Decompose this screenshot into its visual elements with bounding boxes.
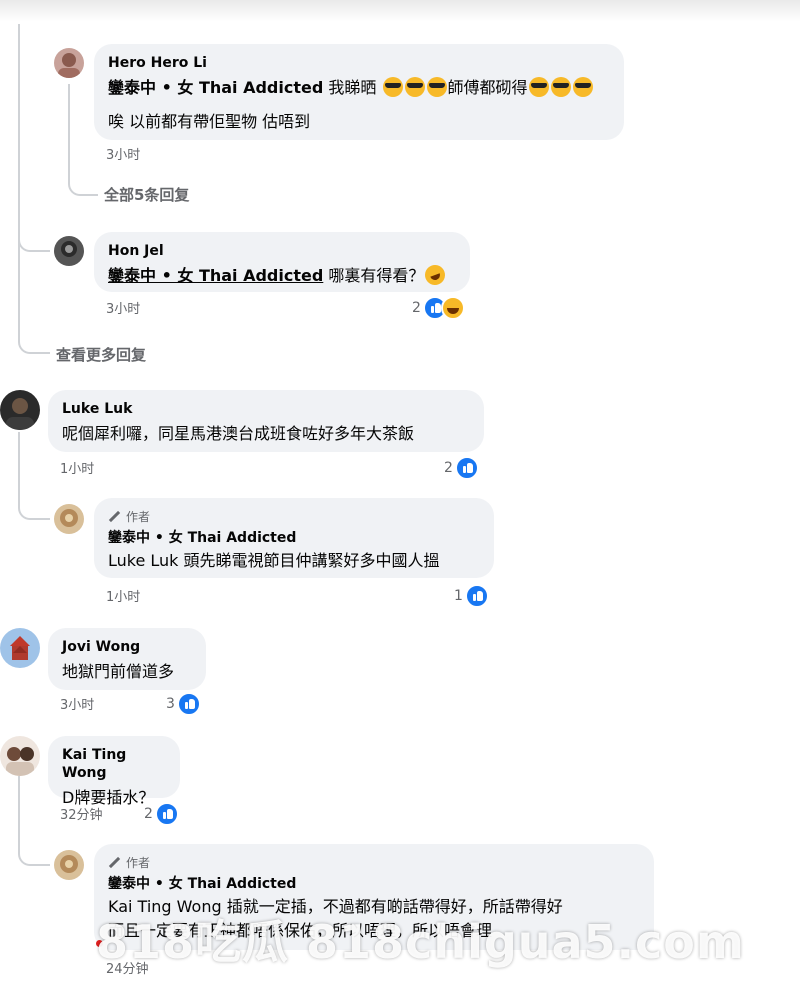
mention-tag[interactable]: 鑾泰中 • 女 Thai Addicted <box>108 78 323 97</box>
reaction-summary[interactable]: 3 <box>166 692 201 716</box>
avatar[interactable] <box>54 236 84 266</box>
reaction-count: 2 <box>144 806 153 822</box>
thread-curve <box>18 432 50 520</box>
comment-author[interactable]: 鑾泰中 • 女 Thai Addicted <box>108 529 480 547</box>
comment-text: Luke Luk 頭先睇電視節目仲講緊好多中國人搵 <box>108 551 440 570</box>
comment-time[interactable]: 1小时 <box>60 458 94 477</box>
comment-text: 鑾泰中 • 女 Thai Addicted 我睇晒 師傅都砌得 <box>108 76 610 100</box>
author-avatar[interactable] <box>54 850 84 880</box>
comment-bubble: Kai Ting Wong D牌要插水？ <box>48 736 180 807</box>
reaction-count: 2 <box>412 300 421 316</box>
sunglasses-emoji-icon <box>426 77 447 97</box>
thread-line <box>68 84 70 184</box>
comment-author[interactable]: Hon Jel <box>108 242 456 260</box>
comment-author[interactable]: Jovi Wong <box>62 638 192 656</box>
comment-text-part: 師傅都砌得 <box>447 78 528 97</box>
comment-author[interactable]: Luke Luk <box>62 400 470 418</box>
like-icon <box>154 802 179 826</box>
sunglasses-emoji-icon <box>572 77 593 97</box>
comment-author[interactable]: Hero Hero Li <box>108 54 610 72</box>
comment-text: 呢個犀利囉，同星馬港澳台成班食咗好多年大茶飯 <box>62 424 415 443</box>
comment-time[interactable]: 1小时 <box>106 586 140 605</box>
comments-panel: Hero Hero Li 鑾泰中 • 女 Thai Addicted 我睇晒 師… <box>0 0 800 1000</box>
watermark: 818吃瓜 818chigua5.com <box>96 915 745 969</box>
comment-time[interactable]: 32分钟 <box>60 804 103 823</box>
comment-author[interactable]: 鑾泰中 • 女 Thai Addicted <box>108 875 640 893</box>
reaction-count: 3 <box>166 696 175 712</box>
like-icon <box>464 584 489 608</box>
top-shadow <box>0 0 800 22</box>
haha-icon <box>440 296 465 320</box>
comment-text: 鑾泰中 • 女 Thai Addicted 哪裏有得看？ <box>108 262 456 288</box>
author-badge: 作者 <box>108 854 640 871</box>
comment-bubble: Luke Luk 呢個犀利囉，同星馬港澳台成班食咗好多年大茶飯 <box>48 390 484 452</box>
author-badge: 作者 <box>108 508 480 525</box>
thread-line <box>18 24 20 214</box>
author-badge-label: 作者 <box>126 510 151 524</box>
comment-bubble: Hero Hero Li 鑾泰中 • 女 Thai Addicted 我睇晒 師… <box>94 44 624 140</box>
comment-time[interactable]: 3小时 <box>106 144 140 163</box>
reaction-count: 2 <box>444 460 453 476</box>
thread-curve <box>18 210 50 354</box>
sunglasses-emoji-icon <box>528 77 549 97</box>
thread-curve <box>68 176 98 196</box>
view-all-replies-link[interactable]: 全部5条回复 <box>104 184 189 205</box>
pencil-icon <box>108 511 120 523</box>
comment-time[interactable]: 3小时 <box>60 694 94 713</box>
like-icon <box>454 456 479 480</box>
avatar[interactable] <box>0 736 40 776</box>
reaction-count: 1 <box>454 588 463 604</box>
comment-text-line2: 唉 以前都有帶佢聖物 估唔到 <box>108 112 311 131</box>
author-badge-label: 作者 <box>126 856 151 870</box>
comment-bubble: Jovi Wong 地獄門前僧道多 <box>48 628 206 690</box>
comment-bubble: Hon Jel 鑾泰中 • 女 Thai Addicted 哪裏有得看？ <box>94 232 470 292</box>
comment-bubble: 作者 鑾泰中 • 女 Thai Addicted Luke Luk 頭先睇電視節… <box>94 498 494 578</box>
sunglasses-emoji-icon <box>382 77 403 97</box>
reaction-summary[interactable]: 2 <box>444 456 479 480</box>
reaction-summary[interactable]: 1 <box>454 584 489 608</box>
sunglasses-emoji-icon <box>404 77 425 97</box>
laughing-emoji-icon <box>422 262 449 288</box>
sunglasses-emoji-icon <box>550 77 571 97</box>
avatar[interactable] <box>0 390 40 430</box>
comment-author[interactable]: Kai Ting Wong <box>62 746 166 782</box>
comment-time[interactable]: 3小时 <box>106 298 140 317</box>
reaction-summary[interactable]: 2 <box>412 296 465 320</box>
comment-text-part: 哪裏有得看？ <box>328 266 425 285</box>
mention-tag[interactable]: 鑾泰中 • 女 Thai Addicted <box>108 266 323 285</box>
comment-text-part: 我睇晒 <box>328 78 377 97</box>
avatar[interactable] <box>54 48 84 78</box>
avatar[interactable] <box>0 628 40 668</box>
reaction-summary[interactable]: 2 <box>144 802 179 826</box>
view-more-replies-link[interactable]: 查看更多回复 <box>56 344 146 365</box>
comment-text: 地獄門前僧道多 <box>62 662 175 681</box>
thread-curve <box>18 776 50 866</box>
pencil-icon <box>108 857 120 869</box>
like-icon <box>176 692 201 716</box>
author-avatar[interactable] <box>54 504 84 534</box>
